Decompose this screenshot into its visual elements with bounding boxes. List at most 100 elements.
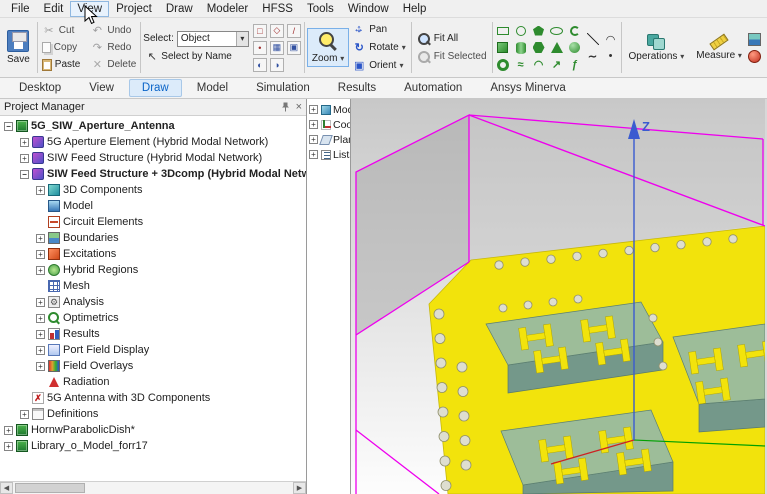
scroll-right-icon[interactable]: ▶ [293, 482, 306, 494]
orient-button[interactable]: Orient▾ [349, 57, 406, 74]
select-vertex-mode-button[interactable]: • [252, 40, 268, 56]
expand-icon[interactable]: + [4, 426, 13, 435]
tree-item-boundaries[interactable]: +Boundaries [0, 230, 306, 246]
modeler-tree-item-lists[interactable]: +Lists [307, 147, 350, 162]
tree-item-optimetrics[interactable]: +Optimetrics [0, 310, 306, 326]
expand-icon[interactable]: + [36, 186, 45, 195]
tree-item-siw-feed-structure-hybrid-modal-network[interactable]: +SIW Feed Structure (Hybrid Modal Networ… [0, 150, 306, 166]
expand-icon[interactable]: + [36, 298, 45, 307]
menu-view[interactable]: View [70, 1, 109, 17]
expand-icon[interactable]: + [309, 150, 318, 159]
draw-polyhedron-button[interactable] [531, 40, 547, 56]
draw-rectangle-button[interactable] [495, 23, 511, 39]
project-manager-hscrollbar[interactable]: ◀ ▶ [0, 481, 306, 494]
expand-icon[interactable]: + [20, 154, 29, 163]
draw-circle-button[interactable] [513, 23, 529, 39]
tree-item-model[interactable]: Model [0, 198, 306, 214]
draw-regular-polygon-button[interactable] [531, 23, 547, 39]
menu-help[interactable]: Help [396, 1, 434, 17]
expand-icon[interactable]: + [36, 234, 45, 243]
scrollbar-track[interactable] [13, 482, 293, 494]
menu-project[interactable]: Project [109, 1, 159, 17]
tree-item-excitations[interactable]: +Excitations [0, 246, 306, 262]
draw-box-button[interactable] [495, 40, 511, 56]
tree-item-field-overlays[interactable]: +Field Overlays [0, 358, 306, 374]
tree-item-definitions[interactable]: +Definitions [0, 406, 306, 422]
expand-icon[interactable]: + [20, 410, 29, 419]
tree-item-5g-antenna-with-3d-components[interactable]: 5G Antenna with 3D Components [0, 390, 306, 406]
assign-excitation-button[interactable] [747, 48, 763, 64]
rotate-button[interactable]: Rotate▾ [349, 39, 408, 56]
draw-ellipse-button[interactable] [549, 23, 565, 39]
pan-button[interactable]: Pan [349, 21, 390, 38]
select-edge-mode-button[interactable]: / [286, 23, 302, 39]
tree-item-3d-components[interactable]: +3D Components [0, 182, 306, 198]
select-type-dropdown[interactable]: Object ▾ [177, 31, 249, 47]
menu-draw[interactable]: Draw [159, 1, 200, 17]
draw-spiral-button[interactable] [567, 23, 583, 39]
expand-icon[interactable]: + [309, 135, 318, 144]
draw-point-button[interactable] [603, 48, 619, 64]
tab-desktop[interactable]: Desktop [6, 79, 74, 97]
draw-sweep-button[interactable] [549, 57, 565, 73]
select-multi-mode-button[interactable]: ▦ [269, 40, 285, 56]
collapse-icon[interactable]: − [20, 170, 29, 179]
menu-edit[interactable]: Edit [37, 1, 71, 17]
expand-icon[interactable]: + [36, 250, 45, 259]
expand-icon[interactable]: + [20, 138, 29, 147]
draw-arc-button[interactable] [603, 31, 619, 47]
tab-draw[interactable]: Draw [129, 79, 182, 97]
tab-model[interactable]: Model [184, 79, 241, 97]
expand-icon[interactable]: + [36, 330, 45, 339]
expand-icon[interactable]: + [36, 346, 45, 355]
tree-item-mesh[interactable]: Mesh [0, 278, 306, 294]
scrollbar-thumb[interactable] [15, 483, 85, 493]
tree-item-port-field-display[interactable]: +Port Field Display [0, 342, 306, 358]
tree-item-circuit-elements[interactable]: Circuit Elements [0, 214, 306, 230]
tab-ansys-minerva[interactable]: Ansys Minerva [477, 79, 578, 97]
pin-icon[interactable] [281, 102, 290, 112]
expand-icon[interactable]: + [36, 314, 45, 323]
draw-cone-button[interactable] [549, 40, 565, 56]
tree-item-analysis[interactable]: +Analysis [0, 294, 306, 310]
draw-equation-surface-button[interactable] [567, 57, 583, 73]
tab-automation[interactable]: Automation [391, 79, 475, 97]
draw-sphere-button[interactable] [567, 40, 583, 56]
zoom-button[interactable]: Zoom ▾ [307, 28, 349, 67]
collapse-icon[interactable]: − [4, 122, 13, 131]
tree-item-5g-siw-aperture-antenna[interactable]: −5G_SIW_Aperture_Antenna [0, 118, 306, 134]
tree-item-library-o-model-forr17[interactable]: +Library_o_Model_forr17 [0, 438, 306, 454]
draw-spline-button[interactable] [585, 48, 601, 64]
draw-torus-button[interactable] [495, 57, 511, 73]
select-by-name-button[interactable]: ↖ Select by Name [143, 48, 235, 65]
modeler-tree-item-model[interactable]: +Model [307, 102, 350, 117]
save-button[interactable]: Save [2, 27, 35, 68]
select-inside-mode-button[interactable]: ▣ [286, 40, 302, 56]
expand-icon[interactable]: + [36, 362, 45, 371]
menu-file[interactable]: File [4, 1, 37, 17]
fit-all-button[interactable]: Fit All [414, 30, 461, 47]
operations-button[interactable]: Operations ▾ [624, 30, 690, 65]
modeler-tree-item-planes[interactable]: +Planes [307, 132, 350, 147]
tree-item-radiation[interactable]: Radiation [0, 374, 306, 390]
menu-hfss[interactable]: HFSS [255, 1, 300, 17]
expand-icon[interactable]: + [309, 105, 318, 114]
tab-results[interactable]: Results [325, 79, 389, 97]
tab-view[interactable]: View [76, 79, 127, 97]
select-object-mode-button[interactable]: □ [252, 23, 268, 39]
select-touching-mode-button[interactable]: ◐ [252, 57, 268, 73]
measure-button[interactable]: Measure ▾ [691, 31, 747, 64]
tree-item-hornwparabolicdish[interactable]: +HornwParabolicDish* [0, 422, 306, 438]
modeler-3d-viewport[interactable]: Z [351, 99, 767, 494]
tab-simulation[interactable]: Simulation [243, 79, 323, 97]
draw-bondwire-button[interactable] [531, 57, 547, 73]
select-face-mode-button[interactable]: ◇ [269, 23, 285, 39]
draw-cylinder-button[interactable] [513, 40, 529, 56]
tree-item-5g-aperture-element-hybrid-modal-network[interactable]: +5G Aperture Element (Hybrid Modal Netwo… [0, 134, 306, 150]
menu-tools[interactable]: Tools [300, 1, 341, 17]
scroll-left-icon[interactable]: ◀ [0, 482, 13, 494]
modeler-tree-item-coord[interactable]: +Coord... [307, 117, 350, 132]
expand-icon[interactable]: + [309, 120, 318, 129]
expand-icon[interactable]: + [4, 442, 13, 451]
paste-button[interactable]: Paste [40, 56, 83, 73]
